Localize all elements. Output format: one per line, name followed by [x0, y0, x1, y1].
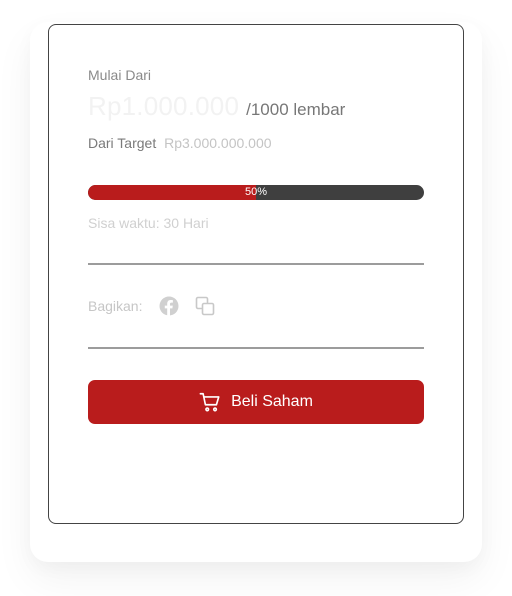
divider-bottom: [88, 347, 424, 349]
time-left-text: Sisa waktu: 30 Hari: [88, 215, 209, 231]
facebook-icon[interactable]: [158, 295, 180, 317]
cart-icon: [199, 391, 221, 413]
page: Mulai Dari Rp1.000.000 /1000 lembar Dari…: [0, 0, 512, 596]
offer-card: Mulai Dari Rp1.000.000 /1000 lembar Dari…: [48, 24, 464, 524]
target-row: Dari Target Rp3.000.000.000: [88, 135, 272, 151]
buy-shares-button[interactable]: Beli Saham: [88, 380, 424, 424]
share-label: Bagikan:: [88, 298, 143, 314]
price-row: Rp1.000.000 /1000 lembar: [88, 91, 345, 122]
price-value: Rp1.000.000: [88, 91, 240, 121]
funding-progress-bar: 50%: [88, 185, 424, 200]
share-row: Bagikan:: [88, 295, 216, 317]
funding-progress-label: 50%: [244, 186, 268, 198]
divider-top: [88, 263, 424, 265]
copy-icon[interactable]: [194, 295, 216, 317]
start-price-label: Mulai Dari: [88, 67, 152, 83]
buy-shares-label: Beli Saham: [231, 393, 313, 410]
target-label: Dari Target: [88, 135, 157, 151]
price-unit: /1000 lembar: [246, 100, 346, 119]
target-value: Rp3.000.000.000: [164, 135, 272, 151]
